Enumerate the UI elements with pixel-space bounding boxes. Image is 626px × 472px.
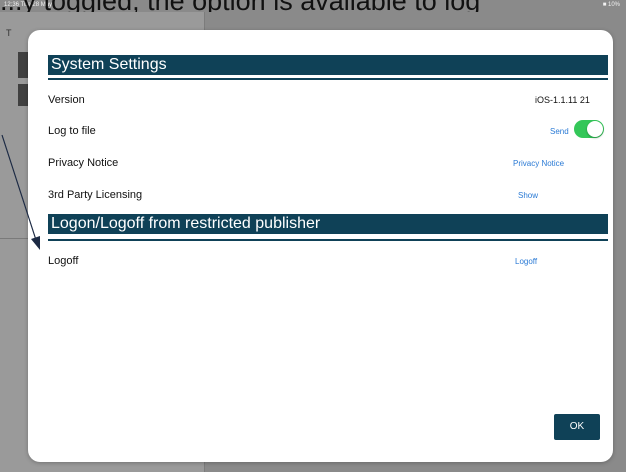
section-header-logon-logoff: Logon/Logoff from restricted publisher [48,214,608,234]
send-log-link[interactable]: Send [550,127,569,136]
section-rule [48,239,608,241]
ok-button[interactable]: OK [554,414,600,440]
show-licensing-link[interactable]: Show [518,191,538,200]
version-value: iOS-1.1.11 21 [535,95,590,105]
background-title: T [6,28,12,38]
ipad-screen: 12:36 Tue 28 May ■ 10% T System Settings… [0,0,626,472]
version-label: Version [48,94,85,106]
log-to-file-label: Log to file [48,125,96,137]
settings-modal: System Settings Version iOS-1.1.11 21 Lo… [28,30,613,462]
logoff-link[interactable]: Logoff [515,257,537,266]
caption-text: ...y toggled, the option is available to… [0,0,626,12]
toggle-knob [587,121,603,137]
privacy-notice-link[interactable]: Privacy Notice [513,159,564,168]
section-rule [48,78,608,80]
privacy-notice-label: Privacy Notice [48,157,119,169]
log-to-file-toggle[interactable] [574,120,604,138]
logoff-label: Logoff [48,255,79,267]
third-party-licensing-label: 3rd Party Licensing [48,189,143,201]
section-header-system-settings: System Settings [48,55,608,75]
